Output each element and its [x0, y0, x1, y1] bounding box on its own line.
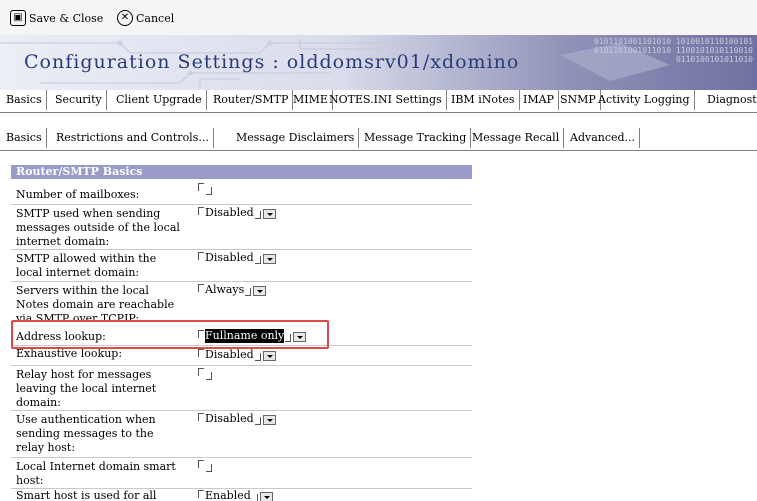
tab-router-smtp[interactable]: Router/SMTP — [209, 90, 294, 110]
tab-client-upgrade[interactable]: Client Upgrade — [112, 90, 207, 110]
tab-security[interactable]: Security — [51, 90, 107, 110]
field-label: Use authentication when sending messages… — [16, 413, 156, 454]
sub-tab-bar: Basics Restrictions and Controls... Mess… — [0, 128, 757, 151]
relay-authentication-field[interactable]: Disabled — [198, 412, 276, 426]
row-smtp-outside-domain: SMTP used when sending messages outside … — [11, 204, 472, 250]
tab-ibm-inotes[interactable]: IBM iNotes — [447, 90, 520, 110]
cancel-button[interactable]: ✕ Cancel — [117, 8, 174, 28]
servers-reachable-field[interactable]: Always — [198, 283, 267, 297]
page-title: Configuration Settings : olddomsrv01/xdo… — [24, 51, 520, 73]
field-close-bracket — [254, 417, 261, 425]
row-smart-host: Local Internet domain smart host: — [11, 457, 472, 489]
field-open-bracket — [198, 183, 204, 191]
field-value: Always — [205, 283, 245, 296]
header-banner: 0101101001101010 1010010110100101 010110… — [0, 35, 757, 90]
dropdown-arrow-icon[interactable] — [262, 254, 276, 264]
annotation-highlight-box — [11, 320, 329, 349]
subtab-advanced[interactable]: Advanced... — [566, 128, 641, 148]
field-open-bracket — [198, 490, 204, 498]
subtab-message-tracking[interactable]: Message Tracking — [360, 128, 472, 148]
save-close-label: Save & Close — [29, 11, 104, 25]
field-close-bracket — [254, 353, 261, 361]
dropdown-arrow-icon[interactable] — [262, 415, 276, 425]
exhaustive-lookup-field[interactable]: Disabled — [198, 348, 276, 362]
row-number-of-mailboxes: Number of mailboxes: — [11, 180, 472, 205]
smtp-outside-domain-field[interactable]: Disabled — [198, 206, 276, 220]
row-relay-host: Relay host for messages leaving the loca… — [11, 365, 472, 411]
field-label: Relay host for messages leaving the loca… — [16, 368, 157, 409]
field-value: Enabled — [205, 489, 251, 501]
field-close-bracket — [245, 288, 252, 296]
tab-basics[interactable]: Basics — [2, 90, 47, 110]
subtab-message-disclaimers[interactable]: Message Disclaimers — [232, 128, 360, 148]
field-open-bracket — [198, 460, 204, 468]
field-label: Number of mailboxes: — [16, 188, 140, 201]
field-close-bracket — [254, 256, 261, 264]
smart-host-field[interactable] — [198, 459, 212, 472]
subtab-basics[interactable]: Basics — [2, 128, 47, 148]
field-label: Smart host is used for all — [16, 489, 157, 501]
dropdown-arrow-icon[interactable] — [262, 209, 276, 219]
tab-diagnostics[interactable]: Diagnost — [703, 90, 757, 110]
number-of-mailboxes-field[interactable] — [198, 182, 212, 195]
tab-notes-ini-settings[interactable]: NOTES.INI Settings — [325, 90, 447, 110]
save-close-button[interactable]: ▣ Save & Close — [10, 8, 103, 28]
field-open-bracket — [198, 284, 204, 292]
dropdown-arrow-icon[interactable] — [262, 351, 276, 361]
field-label: Local Internet domain smart host: — [16, 460, 176, 487]
field-open-bracket — [198, 368, 204, 376]
field-value: Disabled — [205, 251, 254, 264]
field-label: SMTP allowed within the local internet d… — [16, 252, 157, 279]
cancel-label: Cancel — [136, 11, 175, 25]
smtp-within-domain-field[interactable]: Disabled — [198, 251, 276, 265]
field-open-bracket — [198, 413, 204, 421]
save-icon: ▣ — [10, 10, 26, 26]
section-header: Router/SMTP Basics — [11, 165, 472, 179]
binary-decoration: 0101101001101010 1010010110100101 010110… — [594, 37, 753, 64]
field-label: Exhaustive lookup: — [16, 347, 123, 360]
field-value: Disabled — [205, 412, 254, 425]
dropdown-arrow-icon[interactable] — [253, 286, 267, 296]
field-close-bracket — [206, 464, 212, 472]
field-value: Disabled — [205, 206, 254, 219]
subtab-message-recall[interactable]: Message Recall — [468, 128, 565, 148]
action-toolbar: ▣ Save & Close ✕ Cancel — [0, 0, 757, 35]
tab-imap[interactable]: IMAP — [519, 90, 559, 110]
field-open-bracket — [198, 349, 204, 357]
cancel-icon: ✕ — [117, 10, 133, 26]
smart-host-all-field[interactable]: Enabled — [198, 489, 273, 501]
row-relay-authentication: Use authentication when sending messages… — [11, 410, 472, 458]
field-close-bracket — [252, 494, 258, 501]
field-open-bracket — [198, 252, 204, 260]
relay-host-field[interactable] — [198, 367, 212, 380]
subtab-restrictions-controls[interactable]: Restrictions and Controls... — [52, 128, 214, 148]
field-close-bracket — [206, 372, 212, 380]
field-value: Disabled — [205, 348, 254, 361]
field-label: SMTP used when sending messages outside … — [16, 207, 180, 248]
dropdown-arrow-icon[interactable] — [259, 492, 273, 501]
field-open-bracket — [198, 207, 204, 215]
field-close-bracket — [254, 211, 261, 219]
row-smtp-within-domain: SMTP allowed within the local internet d… — [11, 249, 472, 282]
main-tab-bar: Basics Security Client Upgrade Router/SM… — [0, 90, 757, 113]
row-smart-host-all: Smart host is used for all Enabled — [11, 488, 472, 501]
field-close-bracket — [206, 187, 212, 195]
tab-activity-logging[interactable]: Activity Logging — [594, 90, 695, 110]
